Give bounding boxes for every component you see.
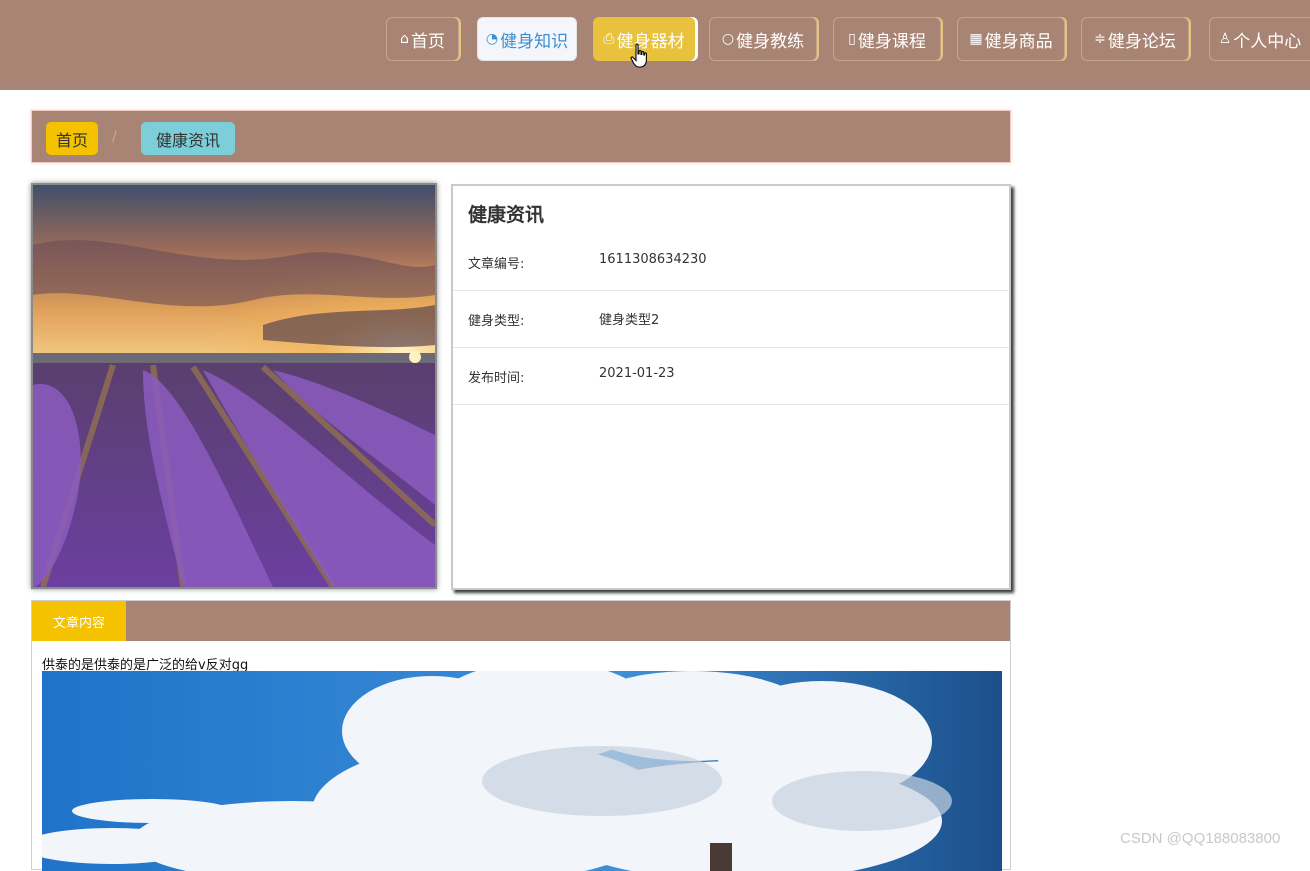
- info-value: 2021-01-23: [599, 366, 675, 381]
- content-tab-bar: 文章内容: [32, 601, 1010, 641]
- sliders-icon: ≑: [1094, 31, 1106, 47]
- nav-item-personal-center[interactable]: ♙ 个人中心: [1209, 17, 1310, 61]
- gauge-icon: ◔: [485, 31, 499, 47]
- nav-item-home[interactable]: ⌂ 首页: [386, 17, 459, 61]
- nav-item-label: 健身论坛: [1107, 31, 1176, 52]
- breadcrumb: 首页 / 健康资讯: [31, 110, 1011, 163]
- document-icon: ▯: [848, 31, 856, 47]
- breadcrumb-current: 健康资讯: [141, 122, 235, 155]
- user-icon: ♙: [1218, 31, 1232, 47]
- printer-icon: ⎙: [603, 31, 615, 47]
- info-label: 健身类型:: [468, 314, 525, 329]
- breadcrumb-separator: /: [112, 129, 117, 145]
- nav-item-fitness-forum[interactable]: ≑ 健身论坛: [1081, 17, 1189, 61]
- watermark-text: CSDN @QQ188083800: [1120, 830, 1281, 847]
- nav-item-fitness-knowledge[interactable]: ◔ 健身知识: [477, 17, 577, 61]
- nav-item-label: 健身教练: [736, 31, 805, 52]
- grid-icon: ▦: [969, 31, 983, 47]
- article-cover-image: [31, 183, 437, 589]
- top-navigation-bar: ⌂ 首页 ◔ 健身知识 ⎙ 健身器材 ○ 健身教练 ▯ 健身课程 ▦ 健身商品 ≑ 健身论坛 …: [0, 0, 1310, 90]
- hand-cursor-icon: [630, 43, 647, 68]
- nav-item-label: 健身商品: [984, 31, 1053, 52]
- info-label: 文章编号:: [468, 257, 525, 272]
- breadcrumb-home-link[interactable]: 首页: [46, 122, 98, 155]
- nav-item-fitness-course[interactable]: ▯ 健身课程: [833, 17, 941, 61]
- tab-article-content[interactable]: 文章内容: [32, 601, 126, 641]
- nav-item-fitness-coach[interactable]: ○ 健身教练: [709, 17, 817, 61]
- info-label: 发布时间:: [468, 371, 525, 386]
- nav-item-label: 首页: [410, 31, 445, 52]
- info-value: 健身类型2: [599, 313, 660, 328]
- info-row-article-id: 文章编号: 1611308634230: [453, 233, 1009, 291]
- article-detail-panel: 健康资讯 文章编号: 1611308634230 健身类型: 健身类型2 发布时…: [451, 184, 1011, 590]
- info-row-publish-time: 发布时间: 2021-01-23: [453, 347, 1009, 405]
- home-icon: ⌂: [400, 31, 409, 47]
- article-title: 健康资讯: [468, 204, 545, 226]
- article-body-image: [42, 671, 1002, 871]
- article-content-section: 文章内容 供泰的是供泰的是广泛的给v反对gg: [31, 600, 1011, 871]
- nav-item-fitness-goods[interactable]: ▦ 健身商品: [957, 17, 1065, 61]
- nav-item-label: 个人中心: [1233, 31, 1302, 52]
- info-row-fitness-type: 健身类型: 健身类型2: [453, 290, 1009, 348]
- info-value: 1611308634230: [599, 252, 707, 267]
- nav-item-label: 健身知识: [500, 31, 569, 52]
- circle-icon: ○: [721, 31, 735, 47]
- nav-item-label: 健身器材: [616, 31, 685, 52]
- nav-item-label: 健身课程: [857, 31, 926, 52]
